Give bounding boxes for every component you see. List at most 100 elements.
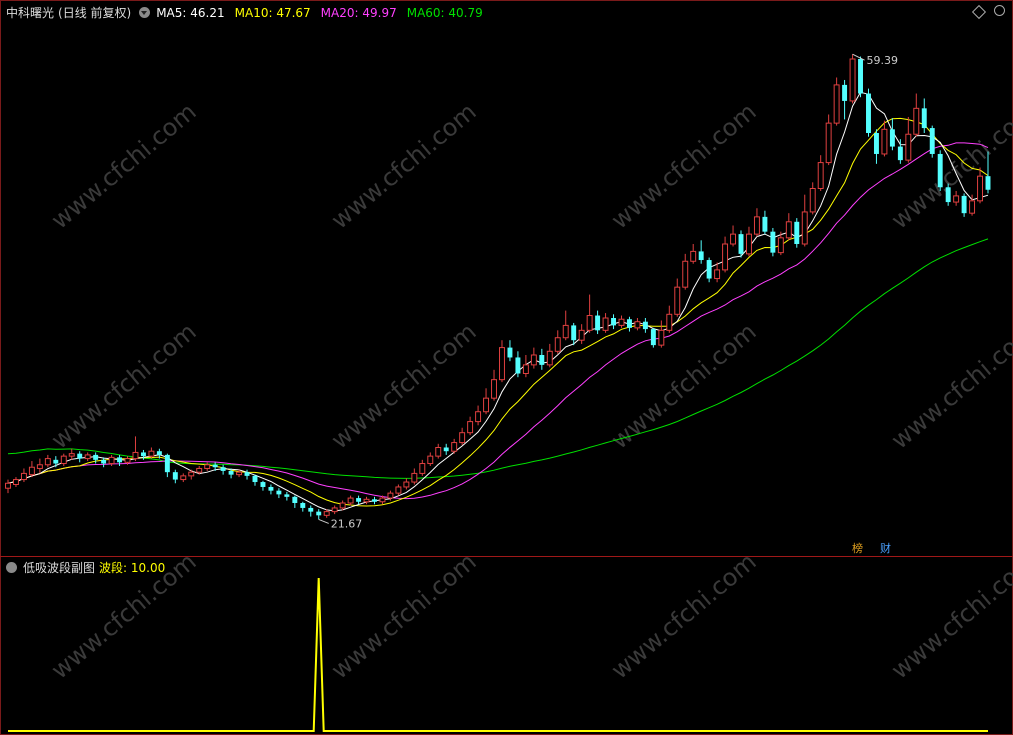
candle-body-up [60,455,67,465]
candle-body-down [929,128,935,154]
candle-body-up [491,379,497,399]
chevron-down-icon[interactable] [6,562,17,573]
watermark-text: www.cfchi.com [886,317,1013,454]
finance-badge[interactable]: 财 [878,542,893,555]
candle-body-down [316,511,322,516]
candle-body-down [921,108,927,129]
candle-body-up [849,58,856,102]
candle-body-down [842,84,848,101]
candle-body-up [475,411,482,423]
candle-body-up [467,421,474,434]
candle-body-down [443,447,449,452]
candle-body-down [244,472,250,476]
candle-body-up [746,233,752,255]
candle-body-down [642,321,648,330]
candle-body-up [546,350,553,366]
ma60-label: MA60: 40.79 [406,5,483,20]
candle-body-down [93,454,99,460]
ma20-line [7,142,989,500]
candle-body-down [276,490,282,495]
candle-body-down [858,59,863,94]
candle-body-down [228,470,234,475]
main-chart-header: 中科曙光 (日线 前复权) MA5: 46.21 MA10: 47.67 MA2… [6,4,489,21]
candle-body-up [825,122,832,164]
candle-body-up [777,237,784,254]
candle-body-down [937,153,943,188]
candle-body-up [833,84,840,124]
candle-body-down [571,325,577,341]
candle-body-up [419,463,426,474]
ma10-line [7,117,989,507]
circle-icon[interactable] [994,5,1005,16]
candle-body-up [459,432,466,444]
rank-badge[interactable]: 榜 [850,542,865,555]
candle-body-up [180,475,187,481]
candle-body-up [905,133,912,161]
candle-body-up [20,472,27,481]
candle-body-down [372,499,377,502]
sub-chart-header: 低吸波段副图 波段: 10.00 [6,559,165,576]
indicator-name[interactable]: 低吸波段副图 [23,559,95,576]
candle-body-up [554,337,561,352]
candle-body-up [913,107,920,135]
candle-body-up [323,511,330,516]
candle-body-down [101,459,107,464]
watermark-text: www.cfchi.com [46,317,202,454]
candle-body-up [953,195,960,203]
candle-body-up [204,464,211,469]
candle-body-down [117,457,123,463]
candle-body-down [292,496,298,503]
candle-body-up [427,455,434,465]
period-label: (日线 前复权) [58,6,132,20]
candle-body-up [395,486,402,494]
candle-body-down [507,347,513,358]
candle-body-down [945,187,951,203]
candle-body-up [44,458,51,466]
candle-body-up [339,502,346,509]
candle-body-up [785,221,792,239]
chart-canvas[interactable]: www.cfchi.com www.cfchi.com www.cfchi.com w… [0,0,1013,735]
candle-body-up [730,233,737,245]
indicator-value: 波段: 10.00 [99,561,166,575]
watermark-text: www.cfchi.com [326,547,482,684]
candle-body-down [985,176,991,190]
candle-body-up [36,464,43,469]
diamond-icon[interactable] [971,4,987,20]
candle-body-up [236,471,243,476]
ma20-label: MA20: 49.97 [320,5,397,20]
candle-body-up [196,467,203,473]
candle-body-down [626,319,632,328]
chevron-down-icon[interactable] [139,7,151,18]
candle-body-up [602,317,609,331]
candle-body-up [435,447,442,457]
candle-body-up [5,482,11,489]
candle-body-down [706,260,712,279]
low-marker [318,518,329,524]
candle-body-up [124,458,131,463]
candle-body-down [650,329,656,346]
candle-body-down [140,452,146,457]
candle-body-up [753,216,760,235]
watermark-text: www.cfchi.com [326,97,482,234]
candle-body-up [68,453,75,457]
candle-body-down [77,453,83,459]
candle-body-up [690,250,697,262]
candle-body-up [586,315,593,331]
candle-body-down [794,221,800,244]
candle-body-down [897,146,903,161]
ma10-label: MA10: 47.67 [234,5,311,20]
candle-body-down [212,464,218,468]
candle-body-down [172,472,178,480]
candle-body-up [801,211,808,245]
watermark-text: www.cfchi.com [606,97,762,234]
candle-body-up [817,162,824,190]
window-controls [971,4,1005,20]
candle-body-down [356,498,362,502]
candle-body-down [308,507,314,512]
candle-body-up [148,450,155,457]
candle-body-up [363,498,370,503]
stock-name[interactable]: 中科曙光 [6,4,54,21]
ma5-label: MA5: 46.21 [156,5,225,20]
watermark-text: www.cfchi.com [46,97,202,234]
candle-body-up [411,472,418,483]
